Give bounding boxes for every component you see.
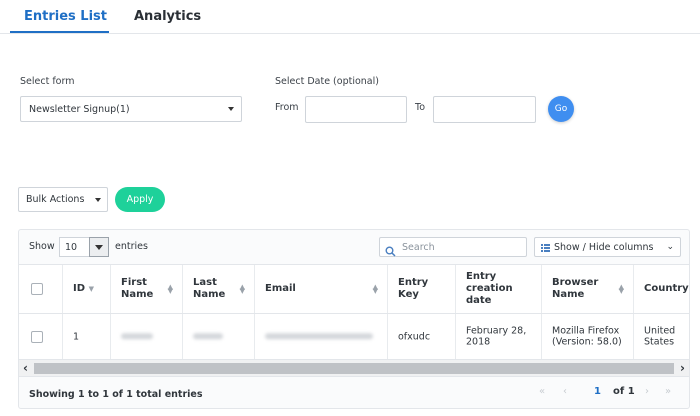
to-date-input[interactable] bbox=[433, 96, 536, 123]
column-header-label: Entry Key bbox=[398, 277, 429, 300]
current-page-number[interactable]: 1 bbox=[594, 386, 601, 397]
cell-browser-name: Mozilla Firefox (Version: 58.0) bbox=[542, 314, 634, 359]
select-all-cell bbox=[19, 265, 63, 313]
active-tab-indicator bbox=[10, 31, 109, 33]
column-header-id[interactable]: ID ▼ bbox=[63, 265, 111, 313]
table-header-row: ID ▼ First Name ▲ ▼ Last Name ▲ ▼ Email ▲ ▼… bbox=[19, 264, 689, 314]
search-input[interactable]: Search bbox=[379, 237, 527, 257]
previous-page-icon[interactable]: ‹ bbox=[563, 386, 567, 397]
page-size-value: 10 bbox=[65, 242, 78, 253]
search-placeholder: Search bbox=[402, 242, 435, 253]
tab-bar: Entries List Analytics bbox=[0, 0, 700, 34]
tab-entries-list[interactable]: Entries List bbox=[24, 9, 107, 24]
show-label: Show bbox=[29, 241, 55, 252]
select-all-checkbox[interactable] bbox=[31, 283, 43, 295]
from-date-input[interactable] bbox=[305, 96, 407, 123]
column-header-label: First Name bbox=[121, 277, 154, 300]
tab-analytics[interactable]: Analytics bbox=[134, 9, 201, 24]
cell-email-redacted bbox=[255, 314, 388, 359]
column-header-entry-key[interactable]: Entry Key bbox=[388, 265, 456, 313]
row-select-cell bbox=[19, 314, 63, 359]
column-header-label: Last Name bbox=[193, 277, 226, 300]
cell-id-value: 1 bbox=[73, 330, 80, 342]
chevron-down-icon: ⌄ bbox=[666, 242, 674, 252]
page-size-select[interactable]: 10 bbox=[59, 237, 109, 257]
caret-down-icon bbox=[95, 198, 101, 202]
cell-entry-key: ofxudc bbox=[388, 314, 456, 359]
sort-icon: ▲ ▼ bbox=[372, 283, 378, 295]
cell-browser-name-value: Mozilla Firefox (Version: 58.0) bbox=[552, 325, 622, 348]
cell-country-value: United States bbox=[644, 325, 676, 348]
select-date-label: Select Date (optional) bbox=[275, 76, 379, 87]
column-header-entry-creation-date[interactable]: Entry creation date bbox=[456, 265, 542, 313]
column-header-label: Entry creation date bbox=[466, 271, 513, 306]
sort-icon: ▲ ▼ bbox=[167, 283, 173, 295]
last-page-icon[interactable]: » bbox=[665, 386, 671, 397]
row-checkbox[interactable] bbox=[31, 330, 43, 343]
scroll-left-icon[interactable]: ‹ bbox=[23, 361, 28, 375]
scrollbar-thumb[interactable] bbox=[34, 363, 674, 374]
caret-down-icon bbox=[228, 107, 234, 111]
redacted-value bbox=[265, 331, 373, 342]
column-header-label: Email bbox=[265, 283, 296, 294]
go-button[interactable]: Go bbox=[548, 96, 574, 122]
scroll-right-icon[interactable]: › bbox=[680, 361, 685, 375]
column-header-first-name[interactable]: First Name ▲ ▼ bbox=[111, 265, 183, 313]
form-select[interactable]: Newsletter Signup(1) bbox=[20, 96, 242, 122]
column-header-country[interactable]: Country bbox=[634, 265, 689, 313]
cell-entry-key-value: ofxudc bbox=[398, 330, 431, 342]
chevron-down-icon[interactable] bbox=[89, 237, 109, 257]
show-hide-columns-button[interactable]: Show / Hide columns ⌄ bbox=[534, 237, 681, 257]
cell-first-name-redacted bbox=[111, 314, 183, 359]
apply-button[interactable]: Apply bbox=[115, 187, 165, 212]
sort-icon: ▲ ▼ bbox=[618, 283, 624, 295]
total-pages: of 1 bbox=[613, 386, 635, 397]
columns-icon bbox=[541, 244, 550, 255]
bulk-actions-select[interactable]: Bulk Actions bbox=[18, 187, 108, 212]
cell-country: United States bbox=[634, 314, 689, 359]
cell-id: 1 bbox=[63, 314, 111, 359]
first-page-icon[interactable]: « bbox=[539, 386, 545, 397]
cell-entry-creation-date: February 28, 2018 bbox=[456, 314, 542, 359]
column-header-last-name[interactable]: Last Name ▲ ▼ bbox=[183, 265, 255, 313]
cell-entry-creation-date-value: February 28, 2018 bbox=[466, 325, 527, 348]
entries-table-panel: Show 10 entries Search Show / Hide colum… bbox=[18, 229, 690, 409]
table-row[interactable]: 1 ofxudc February 28, 2018 Mozilla Firef… bbox=[19, 314, 689, 360]
sort-desc-icon: ▼ bbox=[88, 285, 94, 293]
select-form-label: Select form bbox=[20, 76, 75, 87]
search-icon bbox=[385, 242, 396, 261]
from-label: From bbox=[275, 102, 299, 113]
next-page-icon[interactable]: › bbox=[645, 386, 649, 397]
sort-icon: ▲ ▼ bbox=[239, 283, 245, 295]
redacted-value bbox=[121, 331, 153, 342]
form-select-value: Newsletter Signup(1) bbox=[29, 104, 130, 115]
column-header-email[interactable]: Email ▲ ▼ bbox=[255, 265, 388, 313]
cell-last-name-redacted bbox=[183, 314, 255, 359]
redacted-value bbox=[193, 331, 223, 342]
bulk-actions-value: Bulk Actions bbox=[26, 194, 85, 205]
column-header-label: Browser Name bbox=[552, 277, 599, 300]
column-header-browser-name[interactable]: Browser Name ▲ ▼ bbox=[542, 265, 634, 313]
entries-label: entries bbox=[115, 241, 148, 252]
to-label: To bbox=[415, 102, 426, 113]
entries-summary: Showing 1 to 1 of 1 total entries bbox=[29, 389, 203, 400]
column-header-label: Country bbox=[644, 283, 689, 294]
show-hide-columns-label: Show / Hide columns bbox=[554, 242, 654, 253]
column-header-label: ID bbox=[73, 283, 86, 294]
horizontal-scrollbar[interactable]: ‹ › bbox=[19, 360, 689, 377]
